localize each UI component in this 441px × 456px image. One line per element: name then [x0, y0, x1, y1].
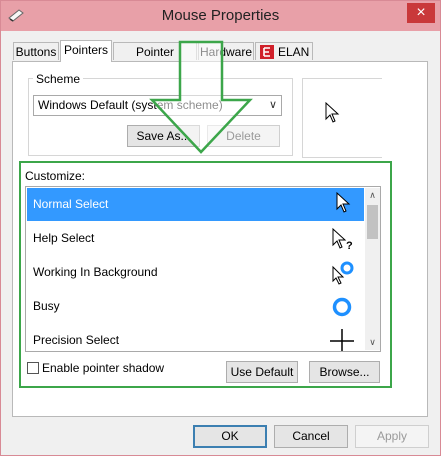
apply-button[interactable]: Apply: [355, 425, 429, 448]
title-bar[interactable]: Mouse Properties ×: [1, 1, 440, 31]
close-button[interactable]: ×: [407, 3, 435, 23]
tab-pointers[interactable]: Pointers: [60, 40, 112, 62]
tab-buttons[interactable]: Buttons: [13, 42, 59, 60]
elan-logo-icon: [260, 45, 274, 59]
save-as-button[interactable]: Save As...: [127, 125, 200, 147]
tab-hardware[interactable]: Hardware: [198, 42, 254, 60]
chevron-down-icon: ∨: [268, 99, 277, 111]
scheme-select[interactable]: Windows Default (system scheme) ∨: [33, 95, 282, 116]
delete-button[interactable]: Delete: [207, 125, 280, 147]
ok-button[interactable]: OK: [193, 425, 267, 448]
arrow-cursor-icon: [325, 102, 340, 123]
scheme-select-value: Windows Default (system scheme): [38, 98, 223, 112]
cancel-button[interactable]: Cancel: [274, 425, 348, 448]
tab-elan[interactable]: ELAN: [255, 42, 313, 60]
tab-elan-label: ELAN: [278, 45, 310, 59]
annotation-highlight-box: [19, 161, 392, 388]
scheme-label: Scheme: [33, 72, 84, 86]
tab-pointer-options[interactable]: Pointer Options: [113, 42, 197, 77]
window-title: Mouse Properties: [161, 7, 280, 24]
cursor-preview: [302, 78, 382, 158]
